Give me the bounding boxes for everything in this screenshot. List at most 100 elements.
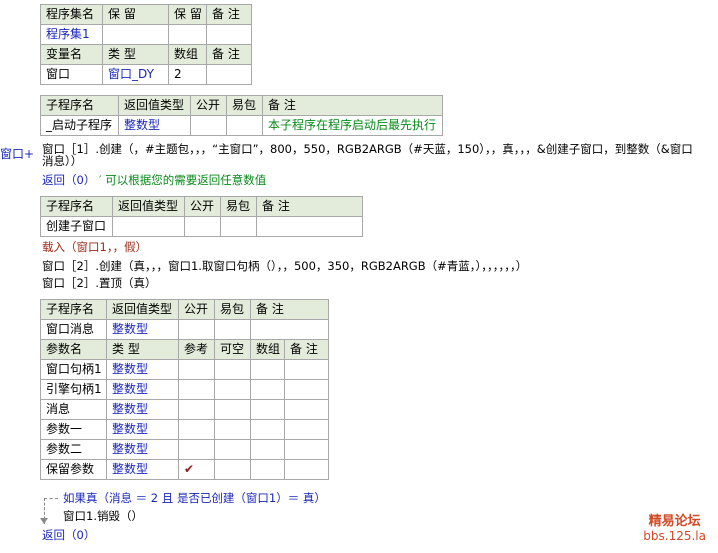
code-text: 返回（0） <box>42 528 96 542</box>
code-line[interactable]: 窗口1.销毁（） <box>63 508 143 524</box>
return-statement: 返回（0） <box>42 173 96 187</box>
variable-name-cell[interactable]: 窗口 <box>40 64 103 85</box>
param-nullable-cell[interactable] <box>214 379 251 400</box>
param-reference-cell[interactable] <box>178 399 215 420</box>
code-line[interactable]: 载入（窗口1，，假） <box>42 239 147 255</box>
param-name-cell[interactable]: 引擎句柄1 <box>40 379 107 400</box>
reserved-cell-2[interactable] <box>168 24 207 45</box>
sub-row[interactable]: _启动子程序 整数型 本子程序在程序启动后最先执行 <box>40 115 443 136</box>
code-line[interactable]: 如果真（消息 ＝ 2 且 是否已创建（窗口1）＝ 真） <box>63 490 326 506</box>
param-array-cell[interactable] <box>250 439 285 460</box>
col-remark: 备 注 <box>283 339 330 360</box>
public-cell[interactable] <box>184 216 221 237</box>
return-type-cell[interactable]: 整数型 <box>106 319 179 340</box>
col-easy-pkg: 易包 <box>214 299 251 320</box>
param-nullable-cell[interactable] <box>214 419 251 440</box>
param-type-cell[interactable]: 整数型 <box>106 419 179 440</box>
param-remark-cell[interactable] <box>283 399 330 420</box>
param-name-cell[interactable]: 参数二 <box>40 439 107 460</box>
variable-header-row: 变量名 类 型 数组 备 注 <box>40 44 252 65</box>
sub-name-cell[interactable]: _启动子程序 <box>40 115 119 136</box>
col-easy-pkg: 易包 <box>220 196 257 217</box>
watermark: 精易论坛 bbs.125.la <box>643 515 706 544</box>
param-type-cell[interactable]: 整数型 <box>106 439 179 460</box>
param-remark-cell[interactable] <box>283 439 330 460</box>
code-line[interactable]: 返回（0） ′ 可以根据您的需要返回任意数值 <box>42 172 266 188</box>
param-type-cell[interactable]: 整数型 <box>106 399 179 420</box>
param-reference-check-icon[interactable]: ✔ <box>178 459 215 480</box>
variable-row[interactable]: 窗口 窗口_DY 2 <box>40 64 252 85</box>
param-array-cell[interactable] <box>250 399 285 420</box>
param-array-cell[interactable] <box>250 419 285 440</box>
remark-cell[interactable]: 本子程序在程序启动后最先执行 <box>262 115 443 136</box>
remark-cell[interactable] <box>256 216 363 237</box>
param-reference-cell[interactable] <box>178 359 215 380</box>
col-public: 公开 <box>178 299 215 320</box>
sub-name-cell[interactable]: 创建子窗口 <box>40 216 113 237</box>
code-line[interactable]: 窗口［1］.创建（，#主题包，，，“主窗口”，800，550，RGB2ARGB（… <box>42 141 693 157</box>
col-type: 类 型 <box>102 44 169 65</box>
col-reserved-1: 保 留 <box>102 4 169 25</box>
code-line[interactable]: 窗口［2］.创建（真，，，窗口1.取窗口句柄（），，500，350，RGB2AR… <box>42 258 527 274</box>
code-line[interactable]: 返回（0） <box>42 527 95 543</box>
sub-row[interactable]: 窗口消息 整数型 <box>40 319 330 340</box>
remark-cell[interactable] <box>206 24 252 45</box>
param-type-cell[interactable]: 整数型 <box>106 459 179 480</box>
param-array-cell[interactable] <box>250 379 285 400</box>
param-remark-cell[interactable] <box>283 419 330 440</box>
easy-pkg-cell[interactable] <box>214 319 251 340</box>
param-reference-cell[interactable] <box>178 419 215 440</box>
col-variable-name: 变量名 <box>40 44 103 65</box>
public-cell[interactable] <box>190 115 227 136</box>
code-text: 窗口［2］.置顶（真） <box>42 276 157 290</box>
reserved-cell-1[interactable] <box>102 24 169 45</box>
col-return-type: 返回值类型 <box>112 196 185 217</box>
remark-cell[interactable] <box>249 319 330 340</box>
param-type-cell[interactable]: 整数型 <box>106 359 179 380</box>
param-array-cell[interactable] <box>250 459 285 480</box>
variable-type-cell[interactable]: 窗口_DY <box>102 64 169 85</box>
watermark-url: bbs.125.la <box>643 529 706 543</box>
easy-pkg-cell[interactable] <box>226 115 263 136</box>
assembly-name-cell[interactable]: 程序集1 <box>40 24 103 45</box>
param-name-cell[interactable]: 窗口句柄1 <box>40 359 107 380</box>
param-name-cell[interactable]: 参数一 <box>40 419 107 440</box>
param-row[interactable]: 窗口句柄1 整数型 <box>40 359 330 380</box>
sub-row[interactable]: 创建子窗口 <box>40 216 363 237</box>
param-nullable-cell[interactable] <box>214 359 251 380</box>
param-type-cell[interactable]: 整数型 <box>106 379 179 400</box>
param-row[interactable]: 参数二 整数型 <box>40 439 330 460</box>
param-reference-cell[interactable] <box>178 439 215 460</box>
param-row[interactable]: 消息 整数型 <box>40 399 330 420</box>
col-remark: 备 注 <box>206 4 252 25</box>
variable-remark-cell[interactable] <box>206 64 252 85</box>
public-cell[interactable] <box>178 319 215 340</box>
easy-pkg-cell[interactable] <box>220 216 257 237</box>
param-row[interactable]: 引擎句柄1 整数型 <box>40 379 330 400</box>
param-reference-cell[interactable] <box>178 379 215 400</box>
param-remark-cell[interactable] <box>283 459 330 480</box>
param-nullable-cell[interactable] <box>214 439 251 460</box>
col-remark: 备 注 <box>206 44 252 65</box>
col-public: 公开 <box>190 95 227 116</box>
code-line[interactable]: 消息）） <box>42 153 82 169</box>
param-row[interactable]: 保留参数 整数型 ✔ <box>40 459 330 480</box>
code-line[interactable]: 窗口［2］.置顶（真） <box>42 275 156 291</box>
sub-name-cell[interactable]: 窗口消息 <box>40 319 107 340</box>
assembly-row[interactable]: 程序集1 <box>40 24 252 45</box>
col-sub-name: 子程序名 <box>40 95 119 116</box>
param-name-cell[interactable]: 保留参数 <box>40 459 107 480</box>
param-nullable-cell[interactable] <box>214 459 251 480</box>
col-array: 数组 <box>168 44 207 65</box>
return-type-cell[interactable] <box>112 216 185 237</box>
variable-array-cell[interactable]: 2 <box>168 64 207 85</box>
code-text: 窗口［2］.创建（真，，，窗口1.取窗口句柄（），，500，350，RGB2AR… <box>42 259 528 273</box>
param-remark-cell[interactable] <box>283 379 330 400</box>
col-remark: 备 注 <box>262 95 443 116</box>
param-nullable-cell[interactable] <box>214 399 251 420</box>
param-row[interactable]: 参数一 整数型 <box>40 419 330 440</box>
param-array-cell[interactable] <box>250 359 285 380</box>
param-name-cell[interactable]: 消息 <box>40 399 107 420</box>
param-remark-cell[interactable] <box>283 359 330 380</box>
return-type-cell[interactable]: 整数型 <box>118 115 191 136</box>
